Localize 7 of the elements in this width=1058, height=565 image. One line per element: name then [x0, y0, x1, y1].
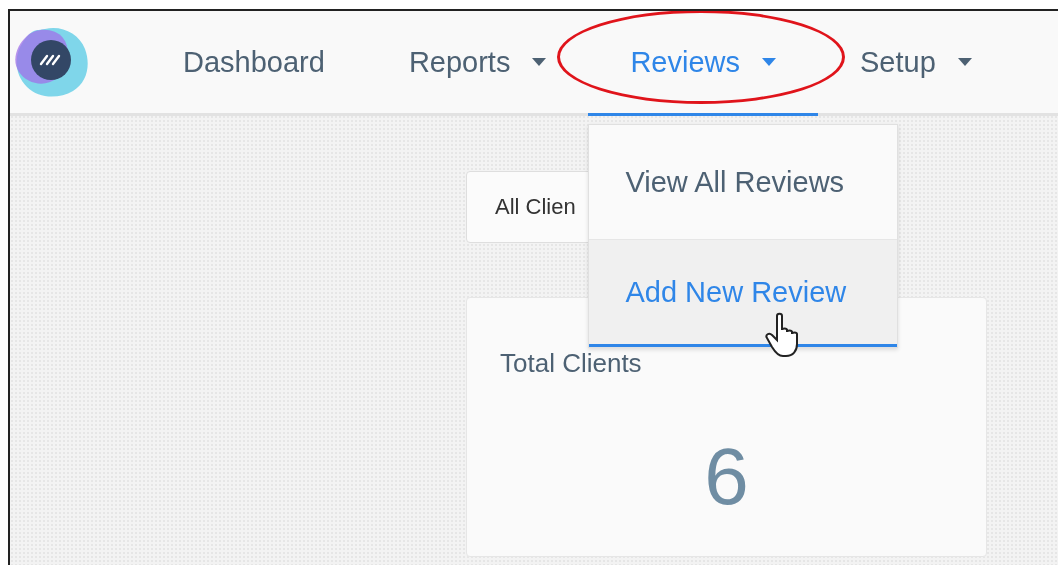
card-title: Total Clients	[500, 348, 643, 379]
nav-tab[interactable]: Dashboard	[141, 11, 367, 116]
nav-tab[interactable]: Setup	[818, 11, 1014, 116]
nav-tab[interactable]: Reports	[366, 11, 589, 116]
card-value: 6	[704, 431, 749, 523]
logo-icon	[15, 26, 89, 98]
menu-item[interactable]: View All Reviews	[589, 125, 898, 239]
